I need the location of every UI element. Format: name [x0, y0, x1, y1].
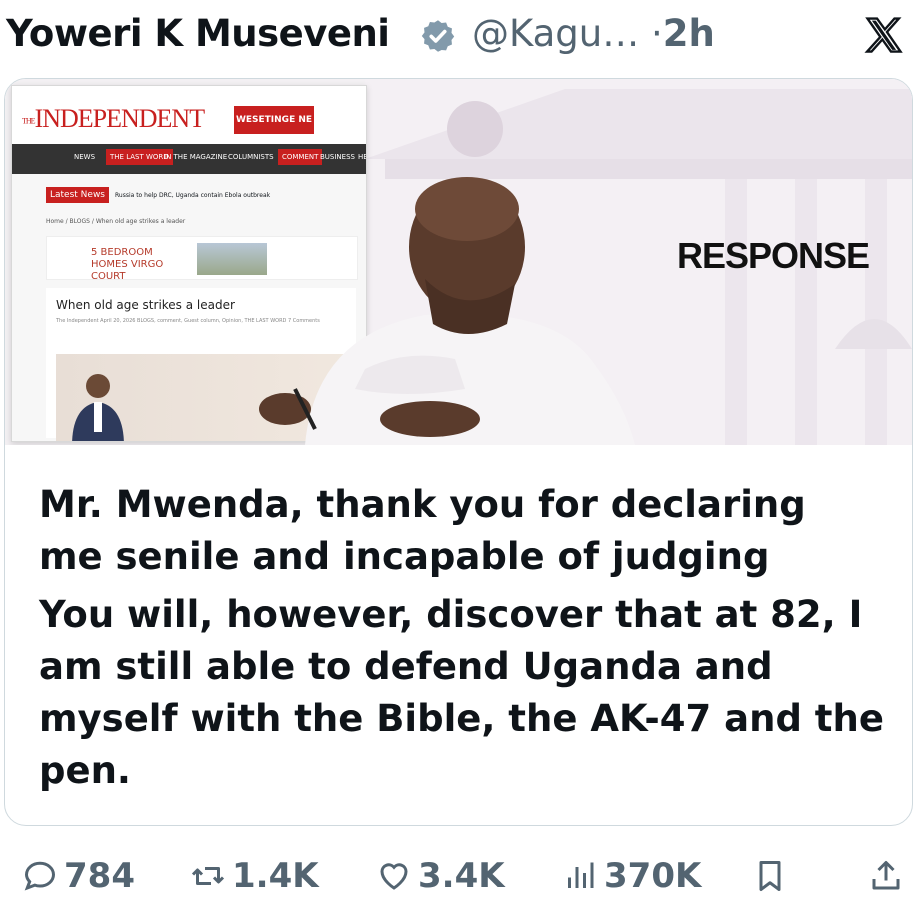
tweet-line: am still able to defend Uganda and: [39, 645, 773, 688]
action-bar: 784 1.4K 3.4K 370K: [0, 840, 913, 907]
bookmark-icon: [759, 861, 781, 891]
like-button[interactable]: 3.4K: [376, 856, 505, 896]
share-button[interactable]: [868, 858, 910, 894]
reply-button[interactable]: 784: [22, 856, 135, 896]
handle-text[interactable]: @Kagu…: [472, 12, 639, 55]
timestamp[interactable]: 2h: [663, 12, 715, 55]
tweet-line: Mr. Mwenda, thank you for declaring: [39, 483, 806, 526]
nav-item: COLUMNISTS: [228, 153, 274, 161]
tweet-line: pen.: [39, 749, 131, 792]
repost-icon: [191, 867, 225, 885]
article-title: When old age strikes a leader: [56, 298, 235, 312]
repost-button[interactable]: 1.4K: [190, 856, 319, 896]
latest-news: Latest News Russia to help DRC, Uganda co…: [46, 187, 270, 203]
repost-count: 1.4K: [232, 856, 319, 896]
tweet-text: Mr. Mwenda, thank you for declaring me s…: [39, 479, 889, 797]
views-icon: [568, 862, 594, 888]
bookmark-button[interactable]: [752, 858, 794, 894]
author-name[interactable]: Yoweri K Museveni: [6, 12, 390, 55]
masthead-logo: THEINDEPENDENT: [22, 104, 206, 134]
tweet-media[interactable]: RESPONSE THEINDEPENDENT WESETINGE NE EQU…: [5, 79, 912, 445]
article-person: [72, 374, 124, 441]
tweet-paragraph-2: You will, however, discover that at 82, …: [39, 589, 889, 797]
latest-tag: Latest News: [46, 187, 109, 203]
tweet-line: You will, however, discover that at 82, …: [39, 593, 863, 636]
tweet-line: me senile and incapable of judging: [39, 535, 770, 578]
views-count: 370K: [604, 856, 702, 896]
tweet-paragraph-1: Mr. Mwenda, thank you for declaring me s…: [39, 479, 889, 583]
response-overlay: RESPONSE: [677, 235, 870, 276]
tweet-header: Yoweri K Museveni @Kagu… ·2h: [0, 0, 913, 78]
man-signing-photo: [259, 177, 635, 445]
nav-item-active: THE LAST WORD: [106, 149, 173, 165]
tweet-line: myself with the Bible, the AK-47 and the: [39, 697, 884, 740]
separator-dot: ·: [651, 12, 663, 55]
x-logo-icon[interactable]: [862, 14, 906, 58]
nav-item: BUSINESS: [320, 153, 355, 161]
tweet-card[interactable]: RESPONSE THEINDEPENDENT WESETINGE NE EQU…: [4, 78, 913, 826]
nav-item: NEWS: [74, 153, 96, 161]
nav-item: IN THE MAGAZINE: [164, 153, 228, 161]
nav-item: HE: [358, 153, 367, 161]
masthead-ad: WESETINGE NE EQUITY: [234, 106, 314, 153]
breadcrumb: Home / BLOGS / When old age strikes a le…: [46, 218, 186, 225]
ad-text: 5 BEDROOM HOMES VIRGO COURT: [91, 247, 164, 282]
like-count: 3.4K: [418, 856, 505, 896]
share-icon: [872, 861, 900, 890]
verified-badge-icon: [421, 20, 455, 52]
reply-count: 784: [64, 856, 135, 896]
nav-item-comment: COMMENT: [278, 149, 323, 165]
author-handle[interactable]: @Kagu… ·2h: [472, 12, 715, 55]
heart-icon: [380, 863, 408, 890]
masthead-text: INDEPENDENT: [34, 104, 206, 133]
reply-icon: [24, 861, 56, 891]
masthead-prefix: THE: [22, 116, 36, 126]
views-button[interactable]: 370K: [562, 856, 702, 896]
masthead-area: THEINDEPENDENT WESETINGE NE EQUITY: [12, 86, 366, 153]
